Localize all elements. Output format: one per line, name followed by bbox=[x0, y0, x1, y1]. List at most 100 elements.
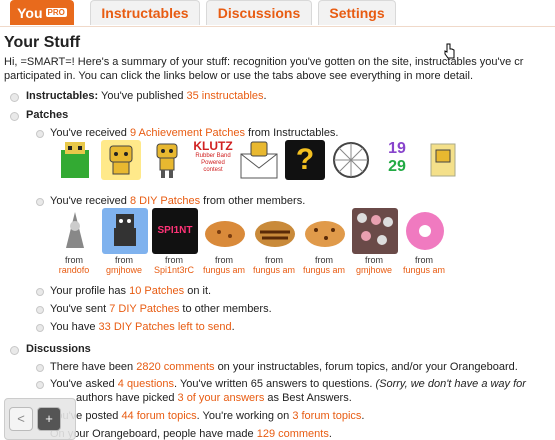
forum-post: . bbox=[361, 410, 365, 422]
sent-line: You've sent 7 DIY Patches to other membe… bbox=[50, 303, 272, 315]
diy-patches: SPI1NT bbox=[52, 208, 448, 254]
question-icon[interactable]: ? bbox=[285, 140, 325, 180]
from-word: from bbox=[365, 255, 383, 265]
back-button[interactable]: < bbox=[9, 407, 33, 431]
from-name[interactable]: fungus am bbox=[300, 265, 348, 275]
intro-line-2: participated in. You can click the links… bbox=[4, 70, 473, 82]
robot-walk-icon[interactable] bbox=[147, 140, 187, 180]
from-label: from fungus am bbox=[300, 255, 348, 275]
forum-line: You've posted 44 forum topics. You're wo… bbox=[50, 410, 364, 422]
left-link[interactable]: 33 DIY Patches left to send bbox=[99, 321, 232, 333]
from-name[interactable]: fungus am bbox=[400, 265, 448, 275]
orangeboard-link[interactable]: 129 comments bbox=[257, 428, 329, 440]
forum-link[interactable]: 44 forum topics bbox=[121, 410, 196, 422]
pro-badge: PRO bbox=[45, 8, 67, 17]
comments-pre: There have been bbox=[50, 361, 134, 373]
spi1nt-text: SPI1NT bbox=[157, 225, 193, 236]
spi1nt-icon[interactable]: SPI1NT bbox=[152, 208, 198, 254]
tab-settings[interactable]: Settings bbox=[318, 0, 396, 25]
robot-sign-icon[interactable] bbox=[101, 140, 141, 180]
from-word: from bbox=[115, 255, 133, 265]
patches-heading: Patches bbox=[26, 109, 69, 121]
instructables-label: Instructables: bbox=[26, 90, 99, 102]
wheel-icon[interactable] bbox=[331, 140, 371, 180]
from-name[interactable]: fungus am bbox=[200, 265, 248, 275]
candy-icon[interactable] bbox=[352, 208, 398, 254]
cookie-chip-icon[interactable] bbox=[302, 208, 348, 254]
orangeboard-line: On your Orangeboard, people have made 12… bbox=[50, 428, 332, 440]
tab-discussions[interactable]: Discussions bbox=[206, 0, 312, 25]
diy-link[interactable]: 8 DIY Patches bbox=[130, 195, 200, 207]
orangeboard-pre: On your Orangeboard, people have made bbox=[50, 428, 254, 440]
tab-you-label: You bbox=[17, 5, 43, 21]
instructables-link[interactable]: 35 instructables bbox=[187, 90, 264, 102]
authors-post: as Best Answers. bbox=[267, 392, 352, 404]
page-title: Your Stuff bbox=[4, 34, 81, 51]
from-name[interactable]: Spi1nt3rC bbox=[150, 265, 198, 275]
robot-box-icon[interactable] bbox=[423, 140, 463, 180]
sent-post: to other members. bbox=[182, 303, 272, 315]
from-label: from gmjhowe bbox=[100, 255, 148, 275]
back-icon: < bbox=[17, 411, 25, 426]
questions-pre: You've asked bbox=[50, 378, 115, 390]
from-name[interactable]: gmjhowe bbox=[100, 265, 148, 275]
tab-bar: You PRO Instructables Discussions Setting… bbox=[0, 0, 555, 27]
authors-line: authors have picked 3 of your answers as… bbox=[76, 392, 352, 404]
klutz-icon[interactable]: KLUTZ Rubber Band Powered contest bbox=[193, 140, 233, 180]
forum-mid: . You're working on bbox=[196, 410, 290, 422]
tab-instructables[interactable]: Instructables bbox=[90, 0, 200, 25]
achievement-patches: KLUTZ Rubber Band Powered contest ? 19 2… bbox=[55, 140, 463, 180]
diy-line: You've received 8 DIY Patches from other… bbox=[50, 195, 305, 207]
bullet bbox=[10, 93, 19, 102]
from-name[interactable]: randofo bbox=[50, 265, 98, 275]
floating-nav: < + bbox=[4, 398, 76, 440]
authors-pre: authors have picked bbox=[76, 392, 175, 404]
from-label: from gmjhowe bbox=[350, 255, 398, 275]
cookie-icon[interactable] bbox=[202, 208, 248, 254]
achievement-line: You've received 9 Achievement Patches fr… bbox=[50, 127, 339, 139]
questions-mid: . You've written 65 answers to questions… bbox=[174, 378, 373, 390]
tab-you[interactable]: You PRO bbox=[10, 0, 74, 25]
from-word: from bbox=[265, 255, 283, 265]
sent-link[interactable]: 7 DIY Patches bbox=[109, 303, 179, 315]
intro-text: Hi, =SMART=! Here's a summary of your st… bbox=[4, 55, 555, 83]
from-label: from fungus am bbox=[400, 255, 448, 275]
profile-post: on it. bbox=[187, 285, 212, 297]
question-mark: ? bbox=[295, 143, 315, 176]
donut-icon[interactable] bbox=[402, 208, 448, 254]
instructables-post: . bbox=[263, 90, 267, 102]
wizard-icon[interactable] bbox=[52, 208, 98, 254]
add-button[interactable]: + bbox=[37, 407, 61, 431]
year-bottom: 29 bbox=[388, 158, 406, 175]
from-label: from randofo bbox=[50, 255, 98, 275]
robot-blue-icon[interactable] bbox=[102, 208, 148, 254]
achievement-link[interactable]: 9 Achievement Patches bbox=[130, 127, 245, 139]
left-pre: You have bbox=[50, 321, 96, 333]
year-1929-icon[interactable]: 19 29 bbox=[377, 140, 417, 180]
profile-link[interactable]: 10 Patches bbox=[129, 285, 184, 297]
questions-italic: (Sorry, we don't have a way for bbox=[375, 378, 526, 390]
from-name[interactable]: gmjhowe bbox=[350, 265, 398, 275]
comments-link[interactable]: 2820 comments bbox=[136, 361, 214, 373]
bullet bbox=[36, 381, 44, 389]
questions-link[interactable]: 4 questions bbox=[118, 378, 174, 390]
instructables-line: Instructables: You've published 35 instr… bbox=[26, 90, 267, 102]
robot-envelope-icon[interactable] bbox=[239, 140, 279, 180]
from-word: from bbox=[65, 255, 83, 265]
robot-green-icon[interactable] bbox=[55, 140, 95, 180]
from-word: from bbox=[315, 255, 333, 265]
bullet bbox=[36, 364, 44, 372]
left-post: . bbox=[231, 321, 235, 333]
from-name[interactable]: fungus am bbox=[250, 265, 298, 275]
cookie-stripe-icon[interactable] bbox=[252, 208, 298, 254]
authors-link[interactable]: 3 of your answers bbox=[178, 392, 265, 404]
comments-post: on your instructables, forum topics, and… bbox=[217, 361, 518, 373]
year-top: 19 bbox=[388, 140, 406, 157]
bullet bbox=[10, 112, 19, 121]
profile-pre: Your profile has bbox=[50, 285, 127, 297]
comments-line: There have been 2820 comments on your in… bbox=[50, 361, 518, 373]
forum-link-2[interactable]: 3 forum topics bbox=[292, 410, 361, 422]
bullet bbox=[36, 324, 44, 332]
achievement-post: from Instructables. bbox=[248, 127, 339, 139]
questions-line: You've asked 4 questions. You've written… bbox=[50, 378, 526, 390]
